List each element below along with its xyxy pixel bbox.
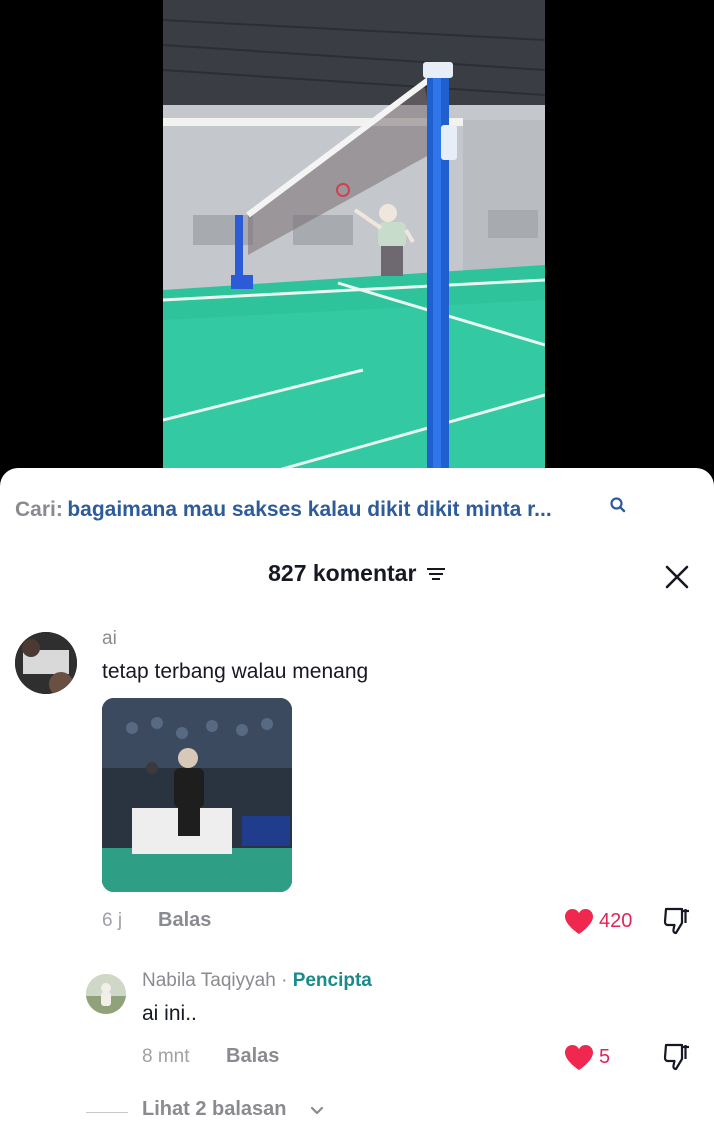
reply-username-row[interactable]: Nabila Taqiyyah · Pencipta [142, 970, 372, 992]
comments-header: 827 komentar [0, 560, 714, 594]
search-icon[interactable] [609, 496, 627, 514]
heart-icon[interactable] [564, 1044, 594, 1071]
search-query[interactable]: bagaimana mau sakses kalau dikit dikit m… [67, 498, 551, 521]
video-player[interactable] [0, 0, 714, 480]
search-suggestion[interactable]: Cari: bagaimana mau sakses kalau dikit d… [15, 496, 705, 526]
avatar[interactable] [15, 632, 77, 694]
reply-reply-button[interactable]: Balas [226, 1045, 279, 1068]
reply-button[interactable]: Balas [158, 909, 211, 932]
view-replies-label[interactable]: Lihat 2 balasan [142, 1098, 287, 1121]
comments-sheet: Cari: bagaimana mau sakses kalau dikit d… [0, 468, 714, 1146]
reply-like-count: 5 [599, 1046, 611, 1068]
reply-time: 8 mnt [142, 1046, 190, 1067]
badminton-court-scene [163, 0, 545, 480]
comment-text: tetap terbang walau menang [102, 660, 369, 683]
close-icon[interactable] [664, 564, 690, 590]
reply-avatar[interactable] [86, 974, 126, 1014]
dislike-icon[interactable] [663, 906, 691, 936]
filter-icon[interactable] [426, 566, 446, 582]
reply-username[interactable]: Nabila Taqiyyah [142, 970, 276, 991]
heart-icon[interactable] [564, 908, 594, 935]
comment-username[interactable]: ai [102, 628, 117, 650]
comment-image[interactable] [102, 698, 292, 892]
video-frame[interactable] [163, 0, 545, 480]
comment-count-title: 827 komentar [268, 560, 417, 586]
like-count: 420 [599, 910, 633, 932]
creator-badge: Pencipta [292, 970, 372, 991]
comment-time: 6 j [102, 910, 123, 931]
search-prefix: Cari: [15, 498, 63, 521]
chevron-down-icon[interactable] [310, 1104, 324, 1116]
reply-text: ai ini.. [142, 1002, 197, 1025]
dislike-icon[interactable] [663, 1042, 691, 1072]
divider-line [86, 1112, 128, 1113]
username-separator: · [275, 970, 293, 991]
